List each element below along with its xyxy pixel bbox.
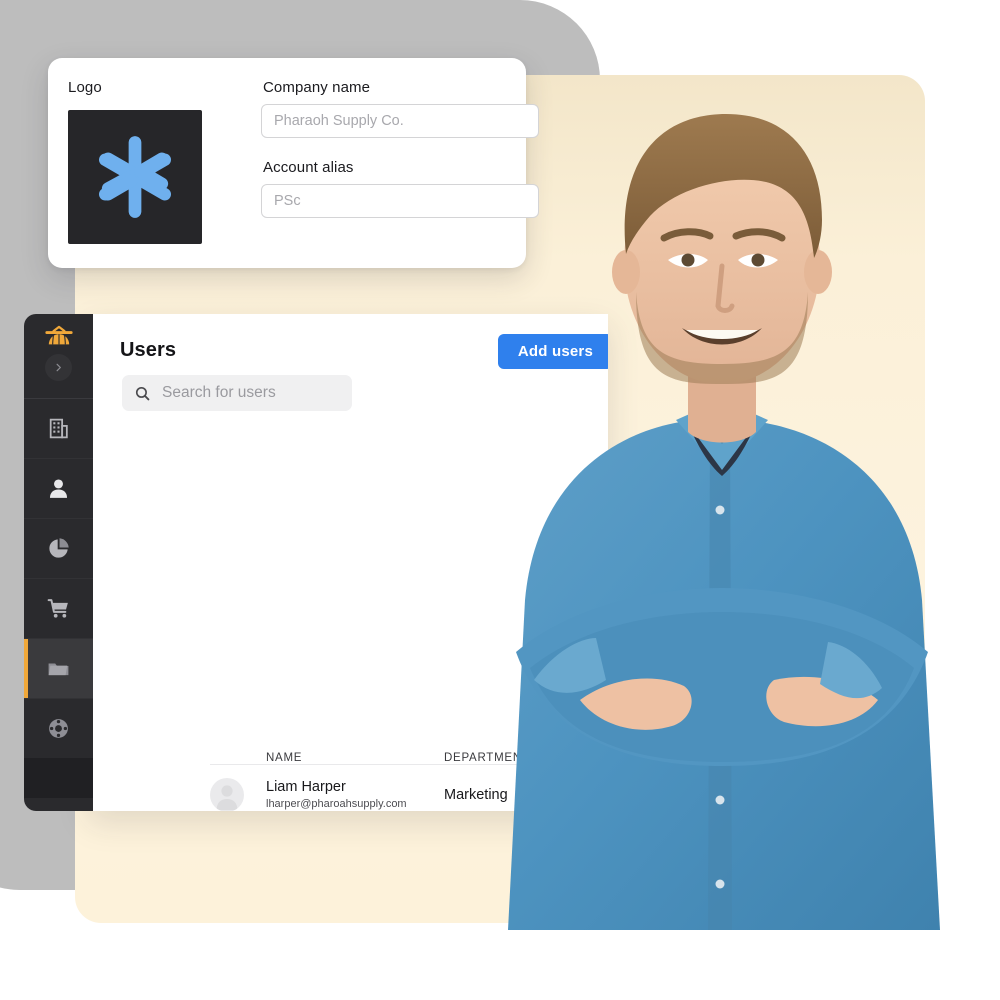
logo-column: Logo: [68, 80, 248, 244]
search-bar[interactable]: [122, 375, 364, 411]
name-cell: Liam Harper lharper@pharoahsupply.com: [266, 779, 444, 811]
sidebar-item-company[interactable]: [24, 399, 93, 459]
sidebar-expand-button[interactable]: [45, 354, 72, 381]
person-icon: [49, 479, 68, 498]
avatar: [210, 777, 244, 811]
hero-photo-person: [430, 40, 1000, 930]
company-logo-thumbnail[interactable]: [68, 110, 202, 244]
avatar-cell: [210, 777, 266, 811]
search-input[interactable]: [160, 383, 364, 403]
screenshot-stage: Logo Company name Pharaoh Supply Co. Acc…: [0, 0, 1000, 1000]
sidebar: [24, 314, 93, 811]
pie-chart-icon: [49, 538, 69, 558]
page-title: Users: [120, 339, 177, 361]
yellow-beanie-logo-icon: [44, 325, 73, 345]
logo-label: Logo: [68, 79, 102, 96]
person-placeholder-icon: [216, 784, 238, 810]
building-icon: [49, 418, 68, 439]
sidebar-item-reports[interactable]: [24, 519, 93, 579]
sidebar-item-files[interactable]: [24, 639, 93, 699]
folder-icon: [48, 663, 69, 676]
search-icon: [135, 386, 150, 400]
blue-pinwheel-asterisk-logo-icon: [99, 136, 171, 218]
sidebar-item-people[interactable]: [24, 459, 93, 519]
column-header-name: NAME: [266, 752, 303, 764]
sidebar-item-support[interactable]: [24, 699, 93, 758]
life-ring-icon: [49, 719, 68, 738]
chevron-right-icon: [56, 363, 61, 372]
sidebar-brand-area: [24, 314, 93, 399]
sidebar-footer-spacer: [24, 758, 93, 798]
user-email: lharper@pharoahsupply.com: [266, 798, 407, 811]
shopping-cart-icon: [47, 599, 68, 618]
user-name: Liam Harper: [266, 778, 346, 795]
sidebar-item-orders[interactable]: [24, 579, 93, 639]
person-illustration: [508, 114, 940, 930]
